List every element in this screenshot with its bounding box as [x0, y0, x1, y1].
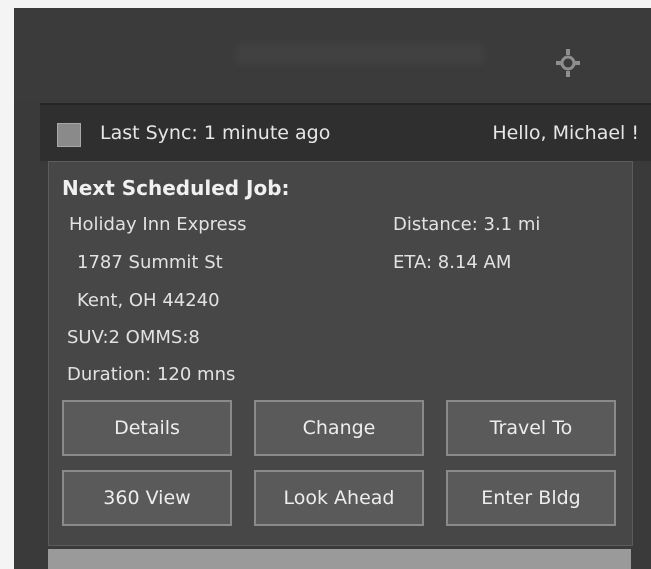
360-view-button[interactable]: 360 View	[62, 470, 232, 526]
travel-to-button[interactable]: Travel To	[446, 400, 616, 456]
last-sync-text: Last Sync: 1 minute ago	[100, 122, 331, 144]
job-distance: Distance: 3.1 mi	[393, 214, 541, 235]
app-screen: Last Sync: 1 minute ago Hello, Michael !…	[14, 8, 651, 569]
job-heading: Next Scheduled Job:	[62, 176, 290, 200]
job-duration: Duration: 120 mns	[67, 364, 236, 385]
details-button[interactable]: Details	[62, 400, 232, 456]
sync-status-icon	[57, 123, 81, 147]
job-street: 1787 Summit St	[77, 252, 223, 273]
user-greeting: Hello, Michael !	[492, 122, 639, 144]
job-location-name: Holiday Inn Express	[69, 214, 247, 235]
status-bar: Last Sync: 1 minute ago Hello, Michael !	[40, 103, 651, 161]
title-bar	[14, 8, 651, 100]
next-job-card: Next Scheduled Job: Holiday Inn Express …	[48, 161, 633, 546]
job-city-state-zip: Kent, OH 44240	[77, 290, 220, 311]
bottom-panel-edge	[48, 549, 631, 569]
look-ahead-button[interactable]: Look Ahead	[254, 470, 424, 526]
enter-bldg-button[interactable]: Enter Bldg	[446, 470, 616, 526]
app-title-blurred	[236, 43, 484, 65]
gear-icon[interactable]	[554, 46, 582, 80]
job-counts: SUV:2 OMMS:8	[67, 327, 200, 348]
change-button[interactable]: Change	[254, 400, 424, 456]
job-eta: ETA: 8.14 AM	[393, 252, 512, 273]
